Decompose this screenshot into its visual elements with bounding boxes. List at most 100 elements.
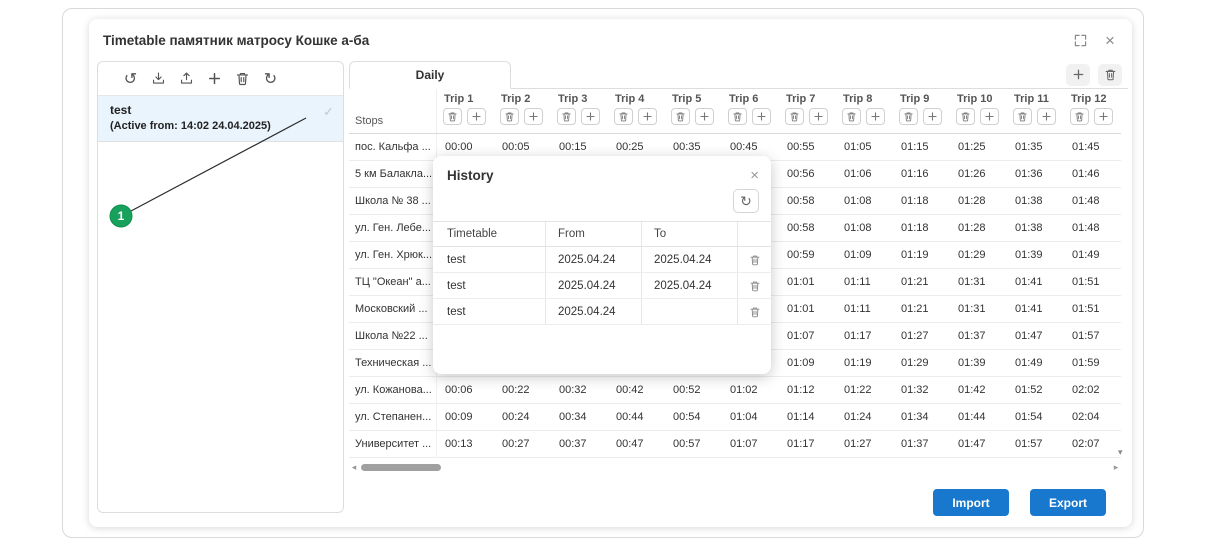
departure-time-cell[interactable]: 01:07 <box>779 330 836 342</box>
departure-time-cell[interactable]: 01:19 <box>893 249 950 261</box>
departure-time-cell[interactable]: 01:38 <box>1007 222 1064 234</box>
departure-time-cell[interactable]: 01:21 <box>893 276 950 288</box>
departure-time-cell[interactable]: 01:28 <box>950 195 1007 207</box>
horizontal-scrollbar[interactable]: ◂ ▸ <box>349 462 1121 472</box>
tab-daily[interactable]: Daily <box>349 61 511 89</box>
departure-time-cell[interactable]: 00:54 <box>665 411 722 423</box>
departure-time-cell[interactable]: 00:35 <box>665 141 722 153</box>
departure-time-cell[interactable]: 00:56 <box>779 168 836 180</box>
add-departure-button[interactable] <box>752 108 771 125</box>
add-departure-button[interactable] <box>980 108 999 125</box>
departure-time-cell[interactable]: 01:29 <box>893 357 950 369</box>
add-departure-button[interactable] <box>695 108 714 125</box>
departure-time-cell[interactable]: 01:05 <box>836 141 893 153</box>
departure-time-cell[interactable]: 01:14 <box>779 411 836 423</box>
expand-icon[interactable] <box>1072 32 1088 48</box>
departure-time-cell[interactable]: 00:15 <box>551 141 608 153</box>
departure-time-cell[interactable]: 01:27 <box>836 438 893 450</box>
scroll-right-icon[interactable]: ▸ <box>1111 462 1121 473</box>
departure-time-cell[interactable]: 01:24 <box>836 411 893 423</box>
departure-time-cell[interactable]: 00:44 <box>608 411 665 423</box>
delete-trip-column-button[interactable] <box>728 108 747 125</box>
departure-time-cell[interactable]: 00:27 <box>494 438 551 450</box>
scroll-down-icon[interactable]: ▾ <box>1118 447 1123 458</box>
departure-time-cell[interactable]: 01:08 <box>836 195 893 207</box>
departure-time-cell[interactable]: 01:01 <box>779 276 836 288</box>
departure-time-cell[interactable]: 01:49 <box>1007 357 1064 369</box>
departure-time-cell[interactable]: 01:32 <box>893 384 950 396</box>
departure-time-cell[interactable]: 01:34 <box>893 411 950 423</box>
departure-time-cell[interactable]: 00:22 <box>494 384 551 396</box>
departure-time-cell[interactable]: 00:59 <box>779 249 836 261</box>
departure-time-cell[interactable]: 01:45 <box>1064 141 1121 153</box>
add-departure-button[interactable] <box>638 108 657 125</box>
delete-trip-column-button[interactable] <box>785 108 804 125</box>
departure-time-cell[interactable]: 01:21 <box>893 303 950 315</box>
departure-time-cell[interactable]: 00:06 <box>437 384 494 396</box>
departure-time-cell[interactable]: 01:01 <box>779 303 836 315</box>
departure-time-cell[interactable]: 02:07 <box>1064 438 1121 450</box>
departure-time-cell[interactable]: 00:25 <box>608 141 665 153</box>
departure-time-cell[interactable]: 02:02 <box>1064 384 1121 396</box>
departure-time-cell[interactable]: 01:35 <box>1007 141 1064 153</box>
upload-icon[interactable] <box>178 70 195 87</box>
timetable-list-item[interactable]: test (Active from: 14:02 24.04.2025) ✓ <box>98 96 343 142</box>
departure-time-cell[interactable]: 00:57 <box>665 438 722 450</box>
history-delete-button[interactable] <box>737 299 771 324</box>
departure-time-cell[interactable]: 01:17 <box>836 330 893 342</box>
departure-time-cell[interactable]: 01:15 <box>893 141 950 153</box>
delete-trip-column-button[interactable] <box>899 108 918 125</box>
history-delete-button[interactable] <box>737 273 771 298</box>
departure-time-cell[interactable]: 01:12 <box>779 384 836 396</box>
add-departure-button[interactable] <box>1094 108 1113 125</box>
departure-time-cell[interactable]: 01:26 <box>950 168 1007 180</box>
delete-trip-column-button[interactable] <box>1013 108 1032 125</box>
departure-time-cell[interactable]: 01:02 <box>722 384 779 396</box>
add-departure-button[interactable] <box>581 108 600 125</box>
departure-time-cell[interactable]: 01:37 <box>893 438 950 450</box>
departure-time-cell[interactable]: 01:41 <box>1007 303 1064 315</box>
departure-time-cell[interactable]: 01:18 <box>893 222 950 234</box>
departure-time-cell[interactable]: 01:57 <box>1007 438 1064 450</box>
departure-time-cell[interactable]: 01:52 <box>1007 384 1064 396</box>
departure-time-cell[interactable]: 01:39 <box>950 357 1007 369</box>
scroll-left-icon[interactable]: ◂ <box>349 462 359 473</box>
departure-time-cell[interactable]: 01:31 <box>950 276 1007 288</box>
departure-time-cell[interactable]: 00:42 <box>608 384 665 396</box>
departure-time-cell[interactable]: 01:48 <box>1064 222 1121 234</box>
departure-time-cell[interactable]: 01:54 <box>1007 411 1064 423</box>
departure-time-cell[interactable]: 01:22 <box>836 384 893 396</box>
download-icon[interactable] <box>150 70 167 87</box>
add-trip-button[interactable] <box>1066 64 1090 86</box>
departure-time-cell[interactable]: 01:59 <box>1064 357 1121 369</box>
departure-time-cell[interactable]: 00:58 <box>779 222 836 234</box>
departure-time-cell[interactable]: 00:05 <box>494 141 551 153</box>
import-button[interactable]: Import <box>933 489 1009 516</box>
departure-time-cell[interactable]: 01:11 <box>836 276 893 288</box>
delete-trip-column-button[interactable] <box>842 108 861 125</box>
departure-time-cell[interactable]: 00:37 <box>551 438 608 450</box>
add-departure-button[interactable] <box>524 108 543 125</box>
departure-time-cell[interactable]: 01:57 <box>1064 330 1121 342</box>
add-departure-button[interactable] <box>467 108 486 125</box>
delete-trip-column-button[interactable] <box>1070 108 1089 125</box>
departure-time-cell[interactable]: 01:09 <box>836 249 893 261</box>
departure-time-cell[interactable]: 00:34 <box>551 411 608 423</box>
departure-time-cell[interactable]: 00:55 <box>779 141 836 153</box>
delete-timetable-button[interactable] <box>1098 64 1122 86</box>
history-close-icon[interactable]: × <box>750 168 759 183</box>
scrollbar-thumb[interactable] <box>361 464 441 471</box>
departure-time-cell[interactable]: 01:28 <box>950 222 1007 234</box>
delete-trip-column-button[interactable] <box>443 108 462 125</box>
departure-time-cell[interactable]: 01:29 <box>950 249 1007 261</box>
departure-time-cell[interactable]: 01:27 <box>893 330 950 342</box>
departure-time-cell[interactable]: 01:08 <box>836 222 893 234</box>
history-icon[interactable]: ↺ <box>122 70 139 87</box>
departure-time-cell[interactable]: 01:48 <box>1064 195 1121 207</box>
departure-time-cell[interactable]: 01:31 <box>950 303 1007 315</box>
delete-trip-column-button[interactable] <box>557 108 576 125</box>
departure-time-cell[interactable]: 01:11 <box>836 303 893 315</box>
departure-time-cell[interactable]: 01:49 <box>1064 249 1121 261</box>
close-icon[interactable]: × <box>1102 32 1118 48</box>
add-departure-button[interactable] <box>809 108 828 125</box>
